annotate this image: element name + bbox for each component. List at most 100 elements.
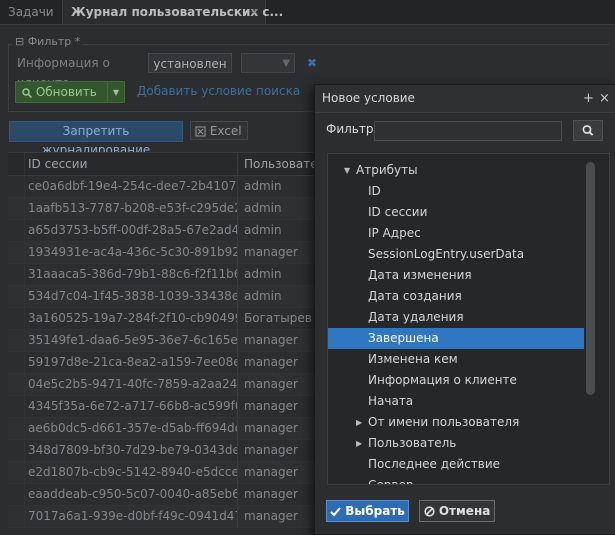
tree-item[interactable]: Информация о клиенте [328,370,584,391]
select-button-label: Выбрать [345,504,405,518]
cell-user: manager [244,399,298,413]
search-icon [22,87,33,98]
dialog-search-button[interactable] [573,120,603,141]
tree-item[interactable]: Завершена [328,328,584,349]
cell-user: manager [244,377,298,391]
cell-session-id: 1934931e-ac4a-436c-5c30-891b926a6b15 [28,245,238,259]
tree-root-label: Атрибуты [356,163,418,177]
cell-session-id: eaaddeab-c950-5c07-0040-a85eb679979b [28,487,238,501]
tree-item-label: ID сессии [368,205,428,219]
tree-item-label: IP Адрес [368,226,421,240]
tree-item-label: Дата удаления [368,310,464,324]
dialog-title: Новое условие [322,91,415,105]
add-condition-link[interactable]: Добавить условие поиска [137,81,300,101]
tree-item-label: От имени пользователя [368,415,520,429]
remove-condition-icon[interactable]: ✖ [307,53,317,73]
excel-button[interactable]: Excel [190,121,248,140]
excel-icon [195,126,206,137]
cell-session-id: 7017a6a1-939e-d0bf-f49c-0941d4787d0f [28,509,238,523]
tree-item[interactable]: Дата изменения [328,265,584,286]
column-session-id[interactable]: ID сессии [28,153,238,175]
tab-bar: Задачи × Журнал пользовательских с... × [0,0,615,25]
excel-button-label: Excel [209,124,242,138]
triangle-right-icon[interactable]: ▶ [356,433,362,454]
cell-user: admin [244,201,282,215]
tree-item-label: Начата [368,394,414,408]
dialog-filter-input[interactable] [374,121,562,141]
tree-item[interactable]: ▶ Пользователь [328,433,584,454]
cell-user: manager [244,245,298,259]
cell-session-id: 4345f35a-6e72-a717-66b8-ac599f0927b8 [28,399,238,413]
filter-value-select[interactable]: ▼ [241,53,295,73]
cell-user: manager [244,487,298,501]
cell-session-id: ce0a6dbf-19e4-254c-dee7-2b41071e9f62 [28,179,238,193]
disable-logging-button[interactable]: Запретить журналирование [9,121,183,157]
tree-item[interactable]: ID [328,181,584,202]
cell-session-id: 534d7c04-1f45-3838-1039-33438e7120ee [28,289,238,303]
tree-item[interactable]: Дата удаления [328,307,584,328]
tree-item[interactable]: ID сессии [328,202,584,223]
tree-item[interactable]: IP Адрес [328,223,584,244]
check-icon [330,506,341,516]
cell-session-id: 3a160525-19a7-284f-2f10-cb904997cca9 [28,311,238,325]
cell-session-id: 348d7809-bf30-7d29-be79-0343de0534fe [28,443,238,457]
dialog-filter-label: Фильтр [326,122,374,136]
triangle-right-icon[interactable]: ▶ [356,412,362,433]
tree-item-label: Сервер [368,478,414,485]
cell-user: Богатырев И. [244,311,314,325]
attributes-tree: ▼ Атрибуты ID ID сессии IP Адрес SessionLog… [327,153,610,485]
tree-scrollbar[interactable] [586,162,595,395]
tree-item[interactable]: Последнее действие [328,454,584,475]
cell-session-id: 1aafb513-7787-b208-e53f-c295de2705c9 [28,201,238,215]
cell-user: manager [244,333,298,347]
column-user[interactable]: Пользователь [244,153,314,175]
cell-session-id: 35149fe1-daa6-5e95-36e7-6c165e8456b3 [28,333,238,347]
cell-user: manager [244,421,298,435]
cell-user: admin [244,267,282,281]
search-icon [582,125,594,136]
tree-item-label: Дата изменения [368,268,472,282]
cell-user: manager [244,509,298,523]
tree-item[interactable]: Начата [328,391,584,412]
tree-item-label: Завершена [368,331,439,345]
dialog-header: Новое условие + × [315,85,615,113]
cell-user: manager [244,443,298,457]
tree-item-label: SessionLogEntry.userData [368,247,525,261]
cell-session-id: 04e5c2b5-9471-40fc-7859-a2aa2465e3f9 [28,377,238,391]
tree-item[interactable]: Сервер [328,475,584,485]
tree-item[interactable]: Изменена кем [328,349,584,370]
refresh-button[interactable]: Обновить ▾ [15,81,125,103]
tab-user-sessions-log[interactable]: Журнал пользовательских с... × [62,0,283,24]
cancel-button[interactable]: Отмена [419,500,495,522]
tree-root-attributes[interactable]: ▼ Атрибуты [328,160,584,181]
tree-item-label: Последнее действие [368,457,501,471]
new-condition-dialog: Новое условие + × Фильтр ▼ Атрибуты ID ID… [314,84,615,535]
cell-user: admin [244,289,282,303]
select-button[interactable]: Выбрать [326,500,409,522]
cell-user: manager [244,465,298,479]
cell-user: admin [244,223,282,237]
maximize-icon[interactable]: + [583,85,594,112]
cell-session-id: ae6b0dc5-d661-357e-d5ab-ff694de2cfe9 [28,421,238,435]
cancel-button-label: Отмена [438,504,491,518]
cell-user: manager [244,355,298,369]
cancel-icon [424,506,435,517]
chevron-down-icon[interactable]: ▾ [107,82,124,102]
cell-session-id: a65d3753-b5ff-00df-28a5-67e2ad4430ea [28,223,238,237]
tree-item[interactable]: Дата создания [328,286,584,307]
triangle-down-icon[interactable]: ▼ [344,160,350,181]
tree-item[interactable]: SessionLogEntry.userData [328,244,584,265]
cell-user: admin [244,179,282,193]
close-icon[interactable]: × [599,85,610,112]
refresh-button-label: Обновить [35,85,97,99]
tree-item[interactable]: ▶ От имени пользователя [328,412,584,433]
filter-legend[interactable]: ⊟ Фильтр * [12,35,84,48]
close-icon[interactable]: × [250,0,259,24]
chevron-down-icon: ▼ [282,58,290,69]
filter-operator-button[interactable]: установлен [148,53,232,73]
tree-item-label: Информация о клиенте [368,373,517,387]
tree-item-label: Пользователь [368,436,457,450]
cell-session-id: 59197d8e-21ca-8ea2-a159-7ee08e1325ec [28,355,238,369]
cell-session-id: e2d1807b-cb9c-5142-8940-e5dcce995458 [28,465,238,479]
tree-item-label: Дата создания [368,289,462,303]
